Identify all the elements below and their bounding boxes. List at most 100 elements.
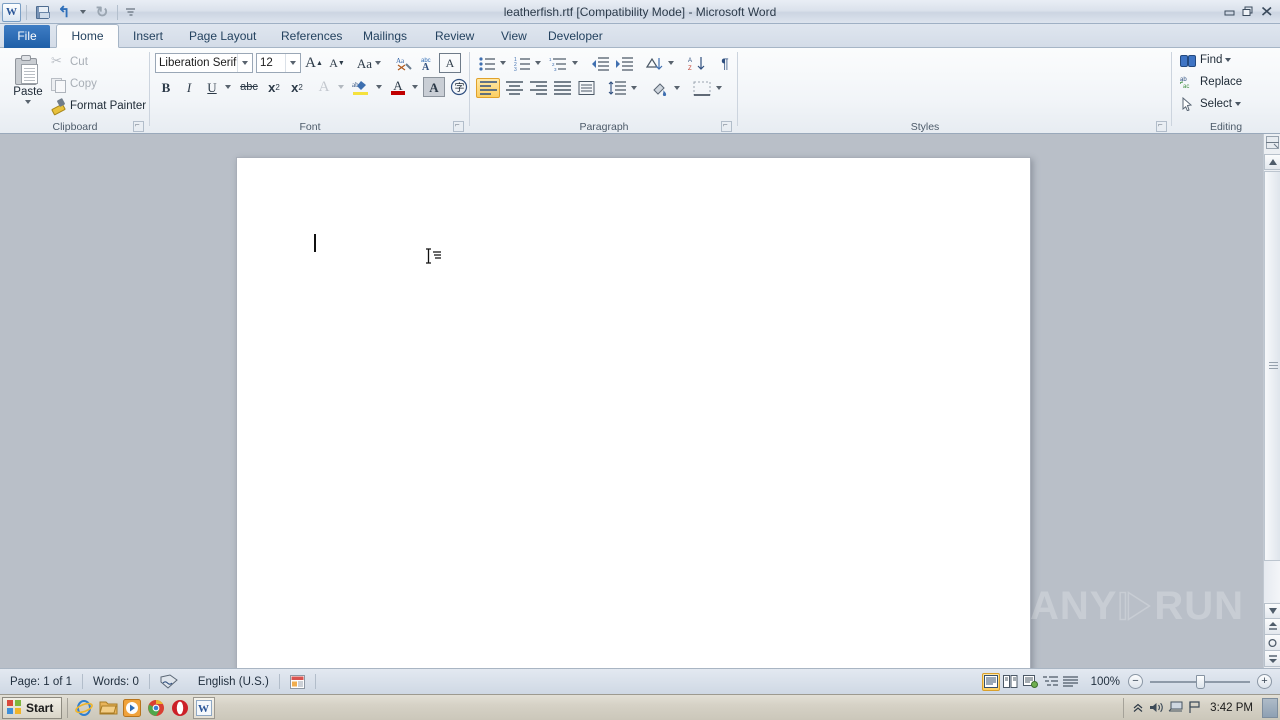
- line-spacing-dropdown-icon[interactable]: [628, 78, 640, 98]
- split-window-icon[interactable]: [1264, 134, 1280, 150]
- copy-button[interactable]: Copy: [50, 76, 97, 93]
- minimize-icon[interactable]: [1220, 3, 1238, 20]
- undo-icon[interactable]: ↰: [54, 2, 74, 22]
- document-page[interactable]: [236, 157, 1031, 674]
- zoom-thumb[interactable]: [1196, 674, 1205, 689]
- language-indicator[interactable]: English (U.S.): [188, 669, 279, 695]
- decrease-indent-icon[interactable]: [588, 53, 612, 73]
- font-dialog-launcher[interactable]: [453, 120, 464, 132]
- word-icon[interactable]: W: [2, 2, 21, 22]
- select-button[interactable]: Select: [1180, 96, 1241, 112]
- internet-explorer-icon[interactable]: [73, 697, 95, 719]
- styles-dialog-launcher[interactable]: [1156, 120, 1167, 132]
- multilevel-dropdown-icon[interactable]: [569, 53, 581, 73]
- font-name-dropdown-icon[interactable]: [237, 54, 252, 72]
- vertical-scrollbar[interactable]: [1263, 134, 1280, 668]
- shading-dropdown-icon[interactable]: [671, 78, 683, 98]
- char-border-icon[interactable]: A: [439, 53, 461, 73]
- full-screen-reading-view-button[interactable]: [1002, 673, 1020, 691]
- draft-view-button[interactable]: [1062, 673, 1080, 691]
- scrollbar-thumb[interactable]: [1264, 171, 1280, 561]
- redo-icon[interactable]: ↻: [92, 2, 112, 22]
- taskbar-clock[interactable]: 3:42 PM: [1204, 702, 1259, 714]
- tab-file[interactable]: File: [4, 25, 50, 48]
- borders-icon[interactable]: [690, 78, 714, 98]
- numbering-dropdown-icon[interactable]: [532, 53, 544, 73]
- underline-dropdown-icon[interactable]: [222, 77, 234, 97]
- zoom-level[interactable]: 100%: [1081, 669, 1128, 695]
- undo-dropdown-icon[interactable]: [76, 2, 90, 22]
- tab-review[interactable]: Review: [424, 24, 485, 48]
- multilevel-list-icon[interactable]: 123: [546, 53, 570, 73]
- font-color-dropdown-icon[interactable]: [409, 77, 421, 97]
- align-left-icon[interactable]: [476, 78, 500, 98]
- bullets-icon[interactable]: [476, 53, 498, 73]
- scroll-up-button[interactable]: [1264, 154, 1280, 170]
- find-button[interactable]: Find: [1180, 53, 1232, 67]
- zoom-slider[interactable]: [1150, 673, 1250, 691]
- tab-mailings[interactable]: Mailings: [352, 24, 418, 48]
- tab-page-layout[interactable]: Page Layout: [178, 24, 267, 48]
- close-icon[interactable]: [1258, 3, 1276, 20]
- paste-dropdown-icon[interactable]: [25, 100, 31, 104]
- numbering-icon[interactable]: 123: [511, 53, 533, 73]
- scroll-down-button[interactable]: [1264, 603, 1280, 619]
- font-size-dropdown-icon[interactable]: [285, 54, 300, 72]
- text-effects-dropdown-icon[interactable]: [335, 77, 347, 97]
- character-shading-icon[interactable]: A: [423, 77, 445, 97]
- bold-icon[interactable]: B: [155, 77, 177, 97]
- align-center-icon[interactable]: [502, 78, 526, 98]
- text-effects-icon[interactable]: A: [313, 77, 335, 97]
- show-hidden-icons-icon[interactable]: [1128, 698, 1147, 717]
- show-formatting-marks-icon[interactable]: ¶: [715, 53, 735, 73]
- word-count[interactable]: Words: 0: [83, 669, 149, 695]
- print-layout-view-button[interactable]: [981, 672, 1000, 691]
- proofing-errors-icon[interactable]: [150, 669, 188, 695]
- sort-dropdown-icon[interactable]: [665, 53, 677, 73]
- highlight-dropdown-icon[interactable]: [373, 77, 385, 97]
- tab-view[interactable]: View: [490, 24, 538, 48]
- restore-icon[interactable]: [1239, 3, 1257, 20]
- font-color-icon[interactable]: A: [387, 77, 409, 97]
- zoom-out-button[interactable]: −: [1128, 674, 1143, 689]
- windows-explorer-icon[interactable]: [97, 697, 119, 719]
- media-player-icon[interactable]: [121, 697, 143, 719]
- network-icon[interactable]: [1166, 698, 1185, 717]
- align-right-icon[interactable]: [526, 78, 550, 98]
- tab-home[interactable]: Home: [56, 24, 119, 48]
- distributed-icon[interactable]: [574, 78, 598, 98]
- bullets-dropdown-icon[interactable]: [497, 53, 509, 73]
- text-highlight-icon[interactable]: ab: [349, 77, 373, 97]
- document-area[interactable]: ANY RUN: [0, 134, 1280, 674]
- volume-icon[interactable]: [1147, 698, 1166, 717]
- select-browse-object-button[interactable]: [1264, 635, 1280, 651]
- tab-developer[interactable]: Developer: [537, 24, 614, 48]
- next-page-button[interactable]: [1264, 651, 1280, 667]
- action-center-icon[interactable]: [1185, 698, 1204, 717]
- sort-icon[interactable]: [642, 53, 666, 73]
- opera-icon[interactable]: [169, 697, 191, 719]
- macro-record-icon[interactable]: [280, 669, 315, 695]
- increase-indent-icon[interactable]: [612, 53, 636, 73]
- chrome-icon[interactable]: [145, 697, 167, 719]
- italic-icon[interactable]: I: [178, 77, 200, 97]
- clear-formatting-icon[interactable]: Aa: [393, 53, 415, 73]
- start-button[interactable]: Start: [2, 696, 63, 719]
- change-case-icon[interactable]: Aa: [355, 53, 383, 73]
- zoom-in-button[interactable]: +: [1257, 674, 1272, 689]
- word-taskbar-icon[interactable]: W: [193, 696, 216, 719]
- replace-button[interactable]: ab ac Replace: [1179, 75, 1242, 90]
- line-spacing-icon[interactable]: [605, 78, 629, 98]
- page-indicator[interactable]: Page: 1 of 1: [0, 669, 82, 695]
- underline-icon[interactable]: U: [201, 77, 223, 97]
- show-desktop-button[interactable]: [1262, 697, 1278, 718]
- paragraph-dialog-launcher[interactable]: [721, 120, 732, 132]
- shading-icon[interactable]: [648, 78, 672, 98]
- enclose-characters-icon[interactable]: 字: [448, 77, 470, 97]
- strikethrough-icon[interactable]: abc: [236, 77, 262, 97]
- web-layout-view-button[interactable]: [1022, 673, 1040, 691]
- clipboard-dialog-launcher[interactable]: [133, 120, 144, 132]
- outline-view-button[interactable]: [1042, 673, 1060, 691]
- shrink-font-icon[interactable]: A ▼: [326, 53, 348, 73]
- font-size-combo[interactable]: 12: [256, 53, 301, 73]
